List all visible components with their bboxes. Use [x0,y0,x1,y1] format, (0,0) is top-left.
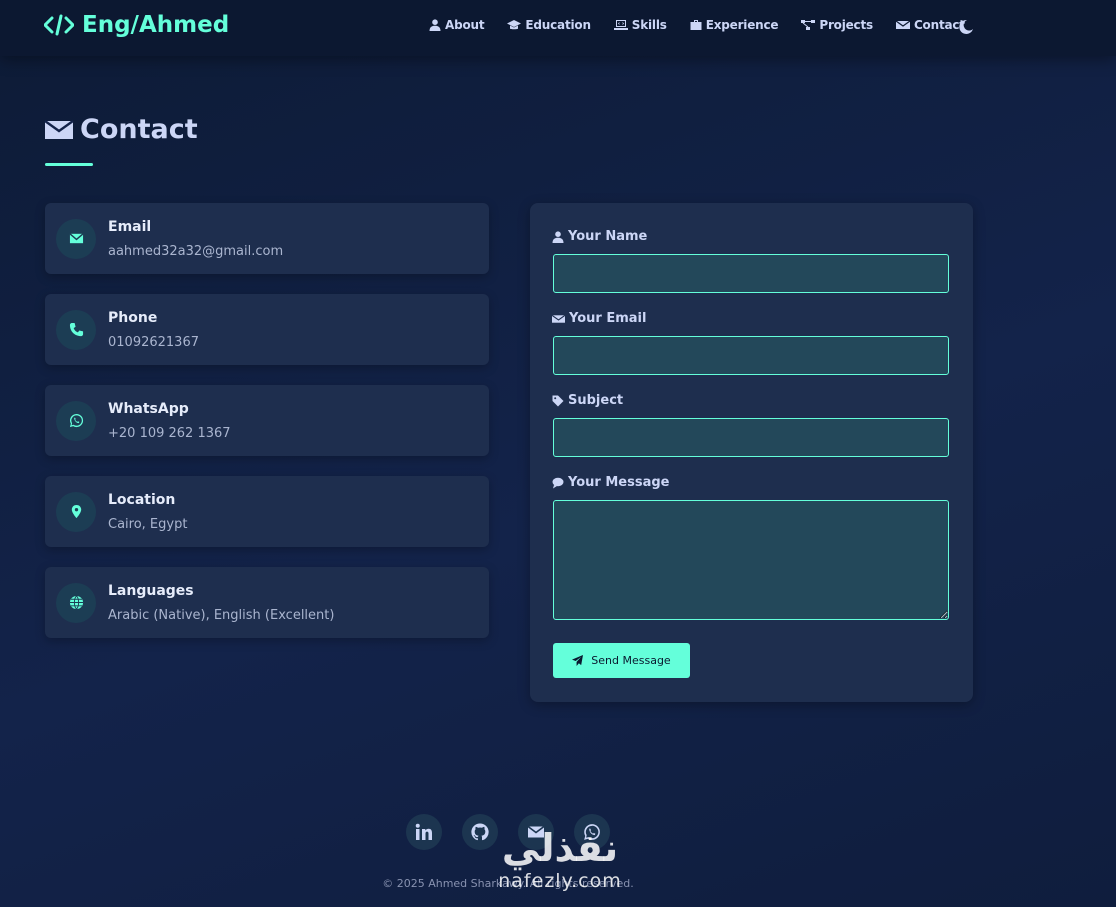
message-label: Your Message [552,475,669,490]
envelope-icon [44,119,74,139]
info-icon-circle [56,400,96,441]
brand-logo[interactable]: Eng/Ahmed [44,12,229,38]
theme-toggle[interactable] [958,19,974,35]
nav-link-label: Projects [819,18,873,32]
info-value: 01092621367 [108,334,199,350]
info-icon-circle [56,491,96,532]
nav-link-experience[interactable]: Experience [690,18,779,32]
nav-link-label: About [445,18,485,32]
contact-info-whatsapp: WhatsApp +20 109 262 1367 [45,385,489,456]
info-label: Email [108,218,152,235]
info-label: Languages [108,582,194,599]
graduation-cap-icon [507,20,522,30]
brand-name: Eng/Ahmed [82,12,230,38]
info-value: Arabic (Native), English (Excellent) [108,607,335,623]
tag-icon [552,395,564,406]
envelope-icon [895,20,910,29]
social-email[interactable] [518,814,554,850]
copyright-text: © 2025 Ahmed Sharkawy. All rights reserv… [0,877,1016,890]
name-label: Your Name [552,229,647,244]
nav-link-skills[interactable]: Skills [613,18,667,32]
info-value: +20 109 262 1367 [108,425,231,441]
contact-info-email: Email aahmed32a32@gmail.com [45,203,489,274]
phone-icon [69,322,83,337]
email-input[interactable] [553,336,949,375]
user-icon [552,230,564,243]
nav-links: About Education Skills Experience Projec… [429,18,965,32]
title-underline [45,163,93,166]
moon-icon [959,19,973,34]
subject-input[interactable] [553,418,949,457]
section-title: Contact [44,114,198,145]
linkedin-icon [415,823,432,840]
contact-form: Your Name Your Email Subject Your Messag… [530,203,973,702]
envelope-icon [68,233,84,244]
info-label: Phone [108,309,158,326]
nav-link-about[interactable]: About [429,18,485,32]
whatsapp-icon [69,413,83,428]
nav-link-label: Skills [631,18,667,32]
comment-icon [552,477,564,488]
message-textarea[interactable] [553,500,949,620]
user-icon [429,19,441,31]
code-icon [44,14,74,36]
map-marker-icon [71,504,81,519]
social-github[interactable] [462,814,498,850]
contact-info-location: Location Cairo, Egypt [45,476,489,547]
contact-info-languages: Languages Arabic (Native), English (Exce… [45,567,489,638]
nav-link-label: Experience [705,18,779,32]
contact-info-phone: Phone 01092621367 [45,294,489,365]
info-value: Cairo, Egypt [108,516,188,532]
info-label: Location [108,491,176,508]
message-label-text: Your Message [568,475,670,490]
name-label-text: Your Name [568,229,648,244]
nav-link-contact[interactable]: Contact [895,18,965,32]
send-message-label: Send Message [591,654,671,667]
info-icon-circle [56,218,96,259]
nav-link-education[interactable]: Education [507,18,591,32]
whatsapp-icon [584,824,600,840]
copyright-label: © 2025 Ahmed Sharkawy. All rights reserv… [382,877,634,890]
laptop-code-icon [613,20,628,30]
github-icon [471,823,489,841]
briefcase-icon [690,20,702,30]
project-diagram-icon [801,20,816,30]
section-title-text: Contact [80,114,198,145]
globe-icon [69,595,83,610]
send-message-button[interactable]: Send Message [553,643,690,678]
email-label-text: Your Email [569,311,647,326]
nav-link-projects[interactable]: Projects [801,18,873,32]
email-label: Your Email [552,311,646,326]
info-icon-circle [56,582,96,623]
subject-label: Subject [552,393,623,408]
subject-label-text: Subject [568,393,624,408]
navbar: Eng/Ahmed About Education Skills Experie… [0,0,1116,56]
social-links [406,814,610,850]
name-input[interactable] [553,254,949,293]
social-linkedin[interactable] [406,814,442,850]
social-whatsapp[interactable] [574,814,610,850]
envelope-icon [552,314,565,323]
contact-info-list: Email aahmed32a32@gmail.com Phone 010926… [45,203,489,658]
envelope-icon [527,825,545,838]
info-value: aahmed32a32@gmail.com [108,243,284,259]
info-icon-circle [56,309,96,350]
info-label: WhatsApp [108,400,189,417]
paper-plane-icon [572,655,584,666]
nav-link-label: Education [525,18,591,32]
